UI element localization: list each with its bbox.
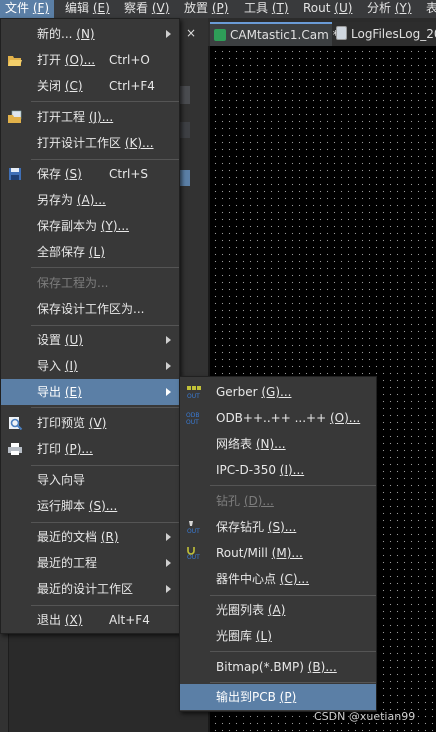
submenu-arrow-icon: [166, 30, 171, 38]
menu-item-open-workspace[interactable]: 打开设计工作区 (K)...: [1, 130, 179, 156]
menu-analyze[interactable]: 分析 (Y): [362, 0, 417, 18]
drill-out-icon: OUT: [187, 521, 200, 534]
svg-text:OUT: OUT: [186, 419, 199, 425]
export-item-odb[interactable]: ODB OUT ODB++..++ ...++ (O)...: [180, 405, 376, 431]
export-submenu: OUT Gerber (G)... ODB OUT ODB++..++ ...++…: [179, 376, 377, 712]
submenu-arrow-icon: [166, 336, 171, 344]
menu-item-save-workspace-as[interactable]: 保存设计工作区为...: [1, 296, 179, 322]
menu-item-recent-workspaces[interactable]: 最近的设计工作区: [1, 576, 179, 602]
export-item-aperture-library[interactable]: 光圈库 (L): [180, 623, 376, 649]
export-item-output-to-pcb[interactable]: 输出到PCB (P): [180, 684, 376, 710]
menu-item-recent-documents[interactable]: 最近的文档 (R): [1, 524, 179, 550]
gerber-out-icon: OUT: [187, 386, 201, 399]
export-item-drill: 钻孔 (D)...: [216, 494, 274, 508]
menu-item-save-as[interactable]: 另存为 (A)...: [1, 187, 179, 213]
menu-item-close[interactable]: 关闭 (C) Ctrl+F4: [1, 73, 179, 99]
menu-item-save-project-as: 保存工程为...: [37, 276, 109, 290]
menu-view[interactable]: 察看 (V): [119, 0, 174, 18]
menu-item-run-script[interactable]: 运行脚本 (S)...: [1, 493, 179, 519]
export-item-aperture-list[interactable]: 光圈列表 (A): [180, 597, 376, 623]
tab-camtastic[interactable]: CAMtastic1.Cam *: [210, 22, 339, 46]
open-project-icon: [8, 110, 22, 123]
menu-item-recent-projects[interactable]: 最近的工程: [1, 550, 179, 576]
close-panel-icon[interactable]: ×: [186, 26, 196, 40]
tab-logfile[interactable]: LogFilesLog_2021: [332, 22, 436, 46]
menu-tools[interactable]: 工具 (T): [239, 0, 294, 18]
export-item-ipc-d-350[interactable]: IPC-D-350 (I)...: [180, 457, 376, 483]
print-preview-icon: [9, 417, 23, 430]
export-item-component-centroid[interactable]: 器件中心点 (C)...: [180, 566, 376, 592]
submenu-arrow-icon: [166, 585, 171, 593]
menu-file[interactable]: 文件 (F): [0, 0, 55, 18]
open-folder-icon: [8, 56, 22, 66]
menu-item-save[interactable]: 保存 (S) Ctrl+S: [1, 161, 179, 187]
svg-text:OUT: OUT: [187, 393, 200, 399]
menu-item-open-project[interactable]: 打开工程 (J)...: [1, 104, 179, 130]
export-item-netlist[interactable]: 网络表 (N)...: [180, 431, 376, 457]
menu-bar: 文件 (F) 编辑 (E) 察看 (V) 放置 (P) 工具 (T) Rout …: [0, 0, 436, 18]
export-item-rout-mill[interactable]: OUT Rout/Mill (M)...: [180, 540, 376, 566]
submenu-arrow-icon: [166, 559, 171, 567]
menu-item-import-wizard[interactable]: 导入向导: [1, 467, 179, 493]
menu-place[interactable]: 放置 (P): [179, 0, 233, 18]
odb-out-icon: ODBOUT: [186, 412, 199, 425]
log-file-icon: [336, 26, 347, 40]
menu-item-import[interactable]: 导入 (I): [1, 353, 179, 379]
file-menu: 新的... (N) 打开 (O)... Ctrl+O 关闭 (C) Ctrl+F4 …: [0, 18, 180, 634]
watermark: CSDN @xuetian99: [314, 710, 416, 723]
menu-table[interactable]: 表: [421, 0, 436, 18]
document-tabs: CAMtastic1.Cam * LogFilesLog_2021: [208, 22, 436, 46]
svg-text:ODB: ODB: [186, 412, 199, 419]
menu-edit[interactable]: 编辑 (E): [60, 0, 115, 18]
menu-item-save-all[interactable]: 全部保存 (L): [1, 239, 179, 265]
menu-item-print[interactable]: 打印 (P)...: [1, 436, 179, 462]
svg-text:OUT: OUT: [187, 528, 200, 534]
printer-icon: [8, 443, 22, 455]
menu-item-exit[interactable]: 退出 (X) Alt+F4: [1, 607, 179, 633]
submenu-arrow-icon: [166, 362, 171, 370]
menu-item-new[interactable]: 新的... (N): [1, 21, 179, 47]
menu-item-settings[interactable]: 设置 (U): [1, 327, 179, 353]
menu-item-save-copy-as[interactable]: 保存副本为 (Y)...: [1, 213, 179, 239]
svg-text:OUT: OUT: [187, 554, 200, 560]
menu-item-export[interactable]: 导出 (E): [1, 379, 179, 405]
submenu-arrow-icon: [166, 533, 171, 541]
export-item-save-drill[interactable]: OUT 保存钻孔 (S)...: [180, 514, 376, 540]
export-item-bitmap[interactable]: Bitmap(*.BMP) (B)...: [180, 654, 376, 680]
menu-item-print-preview[interactable]: 打印预览 (V): [1, 410, 179, 436]
export-item-gerber[interactable]: OUT Gerber (G)...: [180, 379, 376, 405]
save-icon: [9, 168, 21, 180]
menu-rout[interactable]: Rout (U): [298, 0, 357, 18]
rout-out-icon: OUT: [187, 547, 200, 560]
cam-file-icon: [214, 29, 226, 41]
submenu-arrow-icon: [166, 388, 171, 396]
menu-item-open[interactable]: 打开 (O)... Ctrl+O: [1, 47, 179, 73]
